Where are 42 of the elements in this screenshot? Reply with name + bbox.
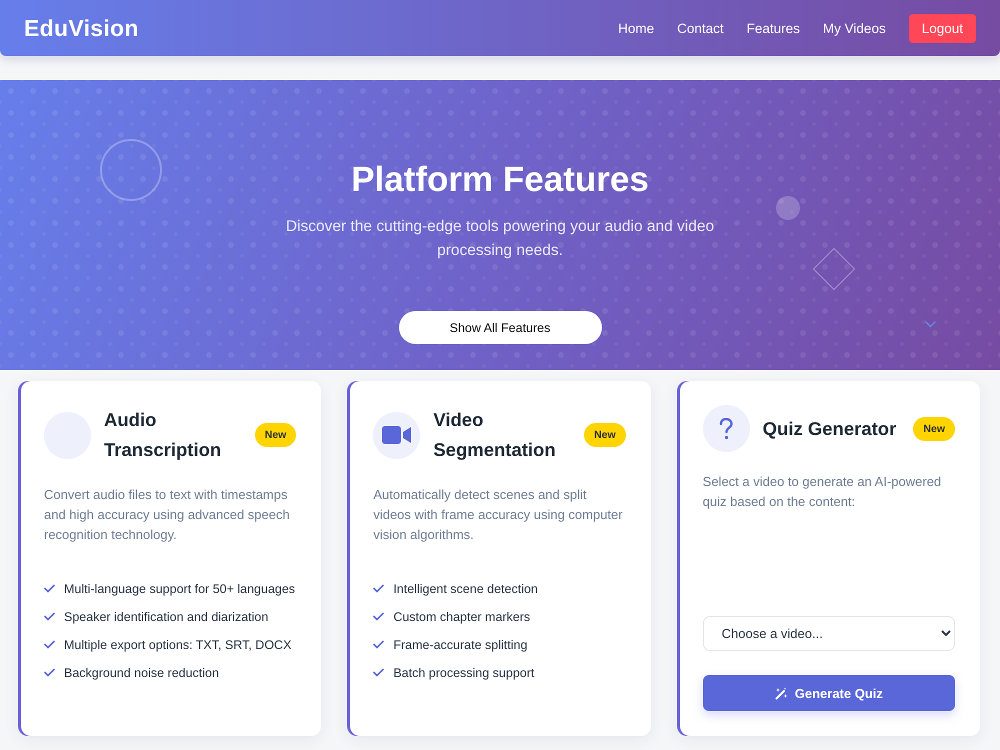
nav-link[interactable]: Home bbox=[618, 20, 654, 36]
magic-wand-icon bbox=[774, 686, 788, 700]
feature-text: Background noise reduction bbox=[64, 665, 219, 682]
feature-text: Frame-accurate splitting bbox=[393, 637, 528, 654]
question-mark-icon bbox=[719, 418, 734, 440]
video-select[interactable]: Choose a video... bbox=[702, 616, 955, 651]
hero-subtitle: Discover the cutting-edge tools powering your audio and video processing needs. bbox=[284, 217, 716, 261]
hero-title: Platform Features bbox=[351, 159, 649, 201]
check-icon bbox=[373, 612, 384, 621]
generate-quiz-button[interactable]: Generate Quiz bbox=[702, 675, 955, 711]
check-icon bbox=[44, 640, 55, 649]
circle-shape bbox=[776, 196, 800, 220]
card-title: Audio Transcription bbox=[104, 408, 222, 462]
card-title: Video Segmentation bbox=[433, 408, 557, 462]
logout-button[interactable]: Logout bbox=[908, 14, 976, 42]
ring-shape bbox=[100, 139, 162, 201]
feature-text: Multi-language support for 50+ languages bbox=[64, 581, 296, 598]
card-description: Select a video to generate an AI-powered quiz based on the content: bbox=[702, 473, 942, 511]
new-badge: New bbox=[254, 423, 296, 447]
logo: EduVision bbox=[24, 14, 139, 42]
check-icon bbox=[44, 584, 55, 593]
check-icon bbox=[44, 668, 55, 677]
chevron-down-icon bbox=[925, 321, 936, 328]
card-title: Quiz Generator bbox=[762, 416, 898, 441]
feature-text: Multiple export options: TXT, SRT, DOCX bbox=[64, 637, 292, 654]
new-badge: New bbox=[913, 416, 955, 440]
nav-link[interactable]: My Videos bbox=[822, 20, 886, 36]
check-icon bbox=[44, 612, 55, 621]
feature-text: Custom chapter markers bbox=[393, 609, 530, 626]
nav-link[interactable]: Contact bbox=[677, 20, 724, 36]
check-icon bbox=[373, 668, 384, 677]
feature-text: Speaker identification and diarization bbox=[64, 609, 268, 626]
show-all-features-button[interactable]: Show All Features bbox=[398, 311, 602, 344]
video-camera-icon bbox=[382, 426, 412, 444]
check-icon bbox=[373, 640, 384, 649]
card-description: Convert audio files to text with timestamps and high accuracy using advanced speech recognition technology. bbox=[44, 486, 291, 544]
check-icon bbox=[373, 584, 384, 593]
feature-text: Batch processing support bbox=[393, 665, 534, 682]
feature-text: Intelligent scene detection bbox=[393, 581, 538, 598]
nav-link[interactable]: Features bbox=[746, 20, 800, 36]
card-description: Automatically detect scenes and split videos with frame accuracy using computer vision algorithms. bbox=[373, 486, 624, 544]
new-badge: New bbox=[584, 423, 626, 447]
